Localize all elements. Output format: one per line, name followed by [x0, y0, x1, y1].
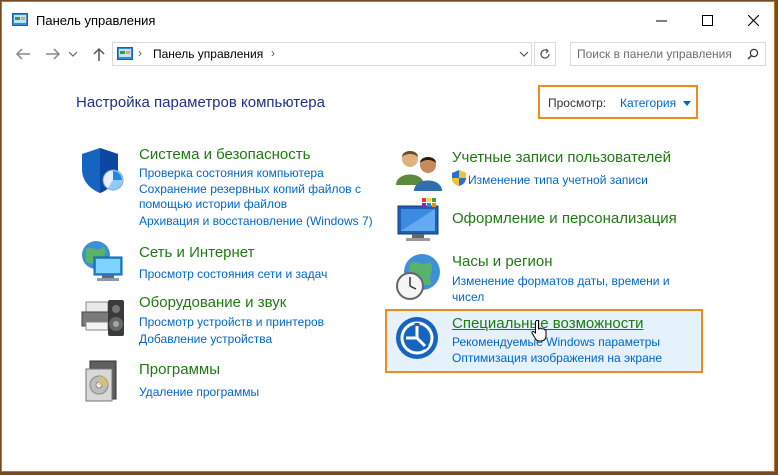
search-input[interactable]	[577, 46, 737, 62]
arrow-right-icon	[46, 48, 61, 60]
link-change-date-time-formats[interactable]: Изменение форматов даты, времени и	[452, 273, 670, 289]
category-title-system-security[interactable]: Система и безопасность	[139, 146, 310, 163]
uac-shield-icon	[452, 170, 466, 186]
up-button[interactable]	[88, 42, 110, 66]
link-recommended-settings[interactable]: Рекомендуемые Windows параметры	[452, 334, 660, 350]
breadcrumb-separator[interactable]: ›	[271, 46, 275, 60]
chevron-down-icon[interactable]	[519, 48, 529, 60]
ease-of-access-icon[interactable]	[394, 314, 444, 364]
control-panel-window: Панель управления › Панель управления ›	[1, 1, 775, 472]
category-title-user-accounts[interactable]: Учетные записи пользователей	[452, 149, 671, 166]
printer-speaker-icon[interactable]	[78, 292, 128, 342]
category-title-hardware-sound[interactable]: Оборудование и звук	[139, 294, 286, 311]
link-change-date-time-formats-line2[interactable]: чисел	[452, 289, 484, 305]
link-file-history-backup-line2[interactable]: помощью истории файлов	[139, 196, 287, 212]
clock-globe-icon[interactable]	[394, 252, 444, 302]
maximize-button[interactable]	[684, 2, 730, 38]
shield-icon[interactable]	[78, 145, 128, 195]
link-add-device[interactable]: Добавление устройства	[139, 331, 272, 347]
arrow-left-icon	[15, 48, 30, 60]
page-title: Настройка параметров компьютера	[76, 94, 325, 111]
close-button[interactable]	[730, 2, 774, 38]
search-box[interactable]	[570, 42, 766, 66]
back-button[interactable]	[12, 42, 34, 66]
minimize-icon	[655, 20, 667, 21]
link-change-account-type[interactable]: Изменение типа учетной записи	[468, 172, 648, 188]
users-icon[interactable]	[394, 145, 444, 195]
category-title-appearance[interactable]: Оформление и персонализация	[452, 210, 677, 227]
category-title-network-internet[interactable]: Сеть и Интернет	[139, 244, 255, 261]
link-network-status[interactable]: Просмотр состояния сети и задач	[139, 266, 327, 282]
programs-box-icon[interactable]	[78, 355, 128, 405]
link-check-computer-status[interactable]: Проверка состояния компьютера	[139, 165, 324, 181]
link-file-history-backup[interactable]: Сохранение резервных копий файлов с	[139, 181, 361, 197]
window-title: Панель управления	[36, 13, 156, 28]
category-title-programs[interactable]: Программы	[139, 361, 220, 378]
view-by-label: Просмотр:	[548, 96, 607, 110]
title-bar[interactable]: Панель управления	[2, 2, 774, 38]
caret-down-icon[interactable]	[683, 101, 691, 106]
control-panel-icon	[12, 13, 28, 26]
breadcrumb-control-panel[interactable]: Панель управления	[153, 47, 263, 61]
link-optimize-display[interactable]: Оптимизация изображения на экране	[452, 350, 662, 366]
recent-locations-button[interactable]	[66, 42, 80, 66]
monitor-palette-icon[interactable]	[394, 196, 444, 246]
link-backup-restore-win7[interactable]: Архивация и восстановление (Windows 7)	[139, 213, 373, 229]
refresh-button[interactable]	[534, 42, 556, 66]
control-panel-icon	[117, 47, 133, 60]
category-title-clock-region[interactable]: Часы и регион	[452, 253, 553, 270]
breadcrumb-separator[interactable]: ›	[138, 46, 142, 60]
search-icon[interactable]	[747, 48, 759, 60]
hand-cursor-icon	[531, 320, 547, 342]
address-bar[interactable]: › Панель управления ›	[112, 42, 532, 66]
forward-button[interactable]	[42, 42, 64, 66]
category-title-ease-of-access[interactable]: Специальные возможности	[452, 315, 644, 332]
refresh-icon	[540, 48, 550, 59]
view-by-selector[interactable]: Просмотр: Категория	[538, 85, 698, 119]
network-globe-icon[interactable]	[78, 239, 128, 289]
maximize-icon	[701, 14, 713, 26]
view-by-dropdown[interactable]: Категория	[620, 96, 676, 110]
link-uninstall-program[interactable]: Удаление программы	[139, 384, 259, 400]
close-icon	[747, 14, 759, 26]
arrow-up-icon	[93, 47, 105, 61]
link-devices-printers[interactable]: Просмотр устройств и принтеров	[139, 314, 324, 330]
minimize-button[interactable]	[638, 2, 684, 38]
chevron-down-icon	[69, 51, 77, 57]
